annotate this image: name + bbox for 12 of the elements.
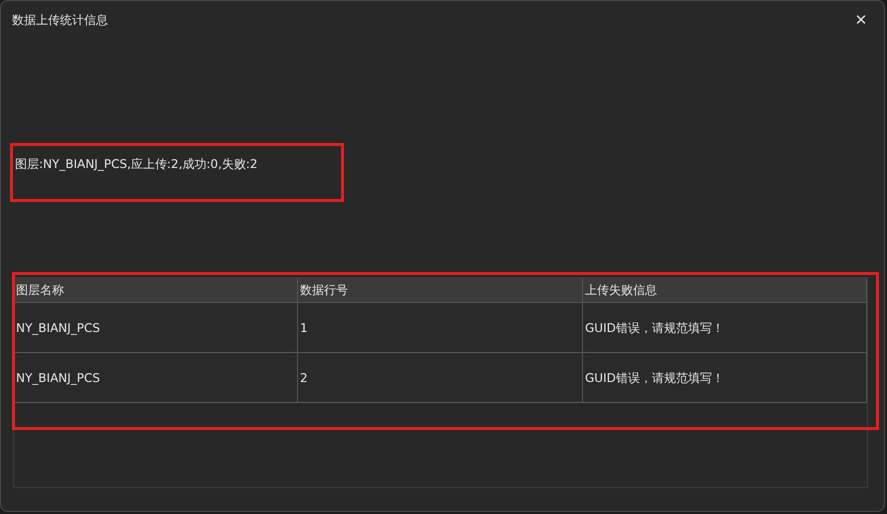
table-cell: GUID错误，请规范填写！ (583, 353, 867, 403)
table-cell: 1 (298, 303, 583, 353)
window-title: 数据上传统计信息 (12, 12, 108, 28)
close-button[interactable]: ✕ (838, 1, 884, 39)
table-cell: 2 (298, 353, 583, 403)
table-cell: NY_BIANJ_PCS (14, 303, 298, 353)
table-cell: NY_BIANJ_PCS (14, 353, 298, 403)
table-cell: GUID错误，请规范填写！ (583, 303, 867, 353)
column-header: 图层名称 (14, 278, 298, 303)
column-header: 数据行号 (298, 278, 583, 303)
upload-summary: 图层:NY_BIANJ_PCS,应上传:2,成功:0,失败:2 (15, 156, 258, 173)
column-header: 上传失败信息 (583, 278, 867, 303)
